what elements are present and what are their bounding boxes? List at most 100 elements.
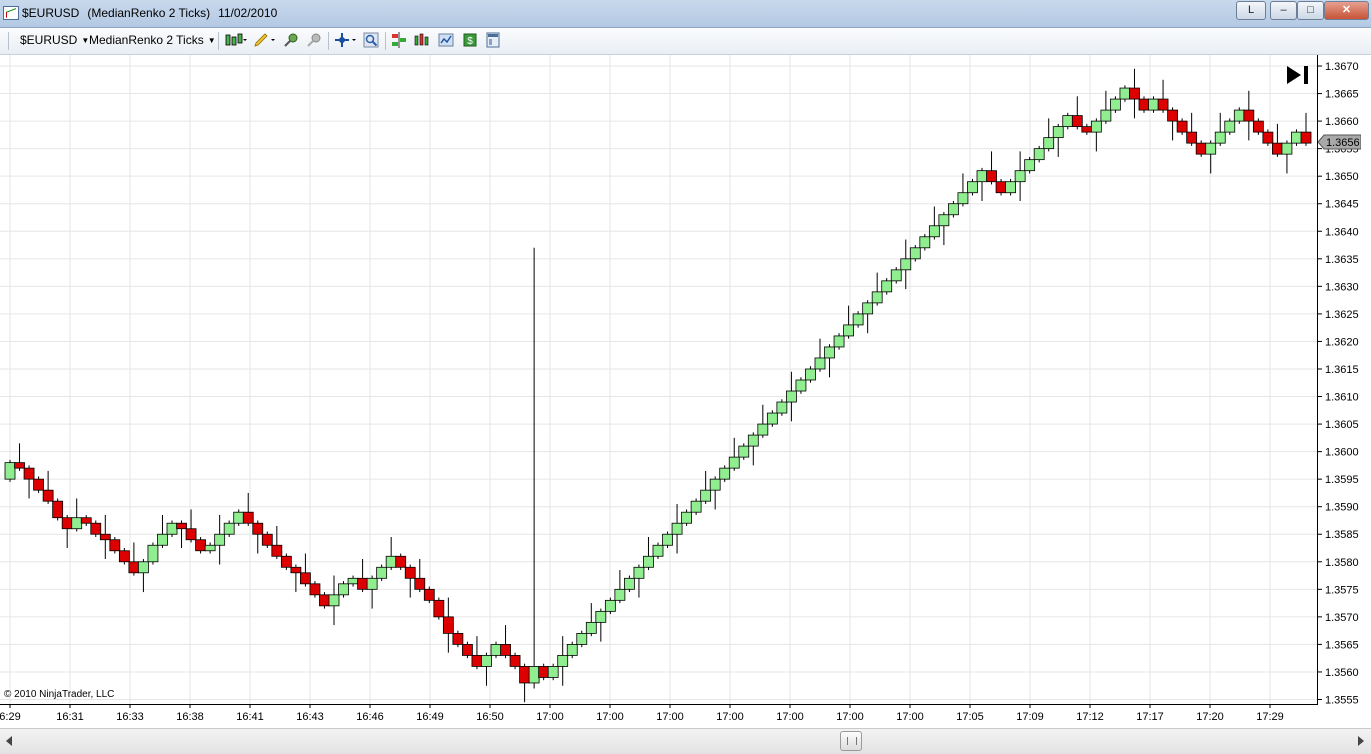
candle-body bbox=[585, 621, 597, 634]
candle-body bbox=[490, 644, 502, 656]
candle-body bbox=[452, 632, 464, 645]
y-tick-label: 1.3620 bbox=[1325, 336, 1359, 348]
toolbar-separator bbox=[385, 32, 386, 50]
candle-body bbox=[290, 566, 302, 574]
candle-body bbox=[890, 269, 902, 282]
chevron-down-icon: ▼ bbox=[207, 36, 216, 45]
window-title: $EURUSD (MedianRenko 2 Ticks) 11/02/2010 bbox=[22, 6, 285, 20]
zoom-in-icon[interactable] bbox=[283, 32, 299, 48]
candle-body bbox=[776, 401, 788, 414]
y-tick-label: 1.3580 bbox=[1325, 557, 1359, 569]
x-tick-label: 16:46 bbox=[356, 711, 384, 723]
x-tick-label: 16:50 bbox=[476, 711, 504, 723]
y-tick-label: 1.3610 bbox=[1325, 392, 1359, 404]
go-to-end-icon[interactable] bbox=[1284, 64, 1312, 86]
crosshair-icon[interactable] bbox=[334, 32, 358, 48]
candle-body bbox=[442, 616, 454, 634]
candle-body bbox=[157, 533, 168, 546]
strategies-icon[interactable] bbox=[414, 32, 430, 48]
candle-body bbox=[986, 170, 997, 183]
candle-body bbox=[138, 561, 149, 574]
candle-body bbox=[404, 566, 416, 579]
indicators-icon[interactable] bbox=[391, 32, 407, 48]
candle-body bbox=[395, 555, 407, 568]
candle-body bbox=[319, 594, 330, 607]
candle-body bbox=[814, 357, 826, 370]
candle-body bbox=[1148, 98, 1159, 111]
zoom-out-icon[interactable] bbox=[306, 32, 322, 48]
scroll-right-icon[interactable] bbox=[1356, 735, 1366, 747]
candlestick-style-icon[interactable] bbox=[224, 32, 248, 48]
candle-body bbox=[805, 368, 816, 381]
candle-body bbox=[833, 335, 845, 348]
x-tick-label: 17:20 bbox=[1196, 711, 1224, 723]
candle-body bbox=[1071, 115, 1083, 128]
y-tick-label: 1.3670 bbox=[1325, 61, 1359, 73]
candle-body bbox=[481, 655, 492, 667]
candle-body bbox=[338, 583, 349, 596]
period-selector[interactable]: MedianRenko 2 Ticks ▼ bbox=[89, 33, 216, 47]
scroll-thumb[interactable] bbox=[840, 731, 862, 751]
x-tick-label: 17:00 bbox=[776, 711, 804, 723]
candle-body bbox=[1033, 148, 1045, 161]
candle-body bbox=[919, 236, 931, 249]
candle-body bbox=[71, 517, 83, 530]
candle-body bbox=[1081, 126, 1093, 133]
pencil-draw-icon[interactable] bbox=[253, 32, 277, 48]
price-chart[interactable] bbox=[0, 55, 1318, 705]
x-tick-label: 16:49 bbox=[416, 711, 444, 723]
candle-body bbox=[1119, 87, 1131, 100]
candle-body bbox=[147, 544, 159, 563]
candle-body bbox=[576, 632, 588, 645]
y-tick-label: 1.3600 bbox=[1325, 447, 1359, 459]
chart-window-icon bbox=[3, 6, 19, 20]
link-button[interactable]: L bbox=[1236, 1, 1266, 20]
candle-body bbox=[109, 539, 121, 552]
candle-body bbox=[1176, 120, 1188, 133]
candle-body bbox=[1233, 109, 1245, 122]
chart-toolbar: $EURUSD ▼ MedianRenko 2 Ticks ▼ $ bbox=[0, 28, 1371, 55]
candle-body bbox=[1129, 87, 1140, 100]
candle-body bbox=[1205, 142, 1217, 155]
price-axis[interactable]: 1.3555 1.3560 1.3565 1.3570 1.3575 1.3580 1.35… bbox=[1318, 55, 1371, 705]
instrument-selector[interactable]: $EURUSD ▼ bbox=[20, 33, 89, 47]
data-box-icon[interactable]: $ bbox=[462, 32, 478, 48]
candle-body bbox=[118, 550, 130, 563]
candle-body bbox=[738, 445, 750, 458]
scroll-left-icon[interactable] bbox=[4, 735, 14, 747]
candle-body bbox=[1052, 126, 1064, 139]
x-tick-label: 17:09 bbox=[1016, 711, 1044, 723]
close-button[interactable]: ✕ bbox=[1324, 1, 1369, 20]
candle-body bbox=[566, 644, 578, 656]
y-tick-label: 1.3625 bbox=[1325, 309, 1359, 321]
x-tick-label: 17:00 bbox=[596, 711, 624, 723]
magnifier-icon[interactable] bbox=[363, 32, 379, 48]
candle-body bbox=[681, 511, 692, 524]
y-tick-label: 1.3570 bbox=[1325, 612, 1359, 624]
time-axis[interactable]: 6:29 16:31 16:33 16:38 16:41 16:43 16:46 16:49 1… bbox=[0, 705, 1318, 727]
title-date: 11/02/2010 bbox=[218, 6, 278, 20]
title-symbol: $EURUSD bbox=[22, 6, 80, 20]
candle-body bbox=[376, 566, 388, 579]
candle-body bbox=[595, 610, 607, 623]
panel-icon[interactable] bbox=[485, 32, 501, 48]
x-tick-label: 16:38 bbox=[176, 711, 204, 723]
minimize-button[interactable]: – bbox=[1270, 1, 1297, 20]
candle-body bbox=[604, 599, 616, 612]
candle-body bbox=[824, 346, 835, 359]
candle-body bbox=[90, 522, 102, 535]
candle-body bbox=[957, 192, 969, 205]
candle-body bbox=[309, 583, 321, 596]
candle-body bbox=[366, 577, 378, 590]
y-tick-label: 1.3615 bbox=[1325, 364, 1359, 376]
candle-body bbox=[252, 522, 264, 535]
horizontal-scrollbar[interactable] bbox=[0, 728, 1371, 754]
maximize-button[interactable]: □ bbox=[1297, 1, 1324, 20]
candle-body bbox=[462, 644, 473, 656]
svg-text:$: $ bbox=[467, 36, 473, 47]
candle-body bbox=[1281, 142, 1293, 155]
candle-body bbox=[99, 533, 111, 541]
chart-properties-icon[interactable] bbox=[438, 32, 454, 48]
candle-body bbox=[214, 533, 226, 546]
last-price-marker: 1.3656 bbox=[1318, 134, 1361, 150]
